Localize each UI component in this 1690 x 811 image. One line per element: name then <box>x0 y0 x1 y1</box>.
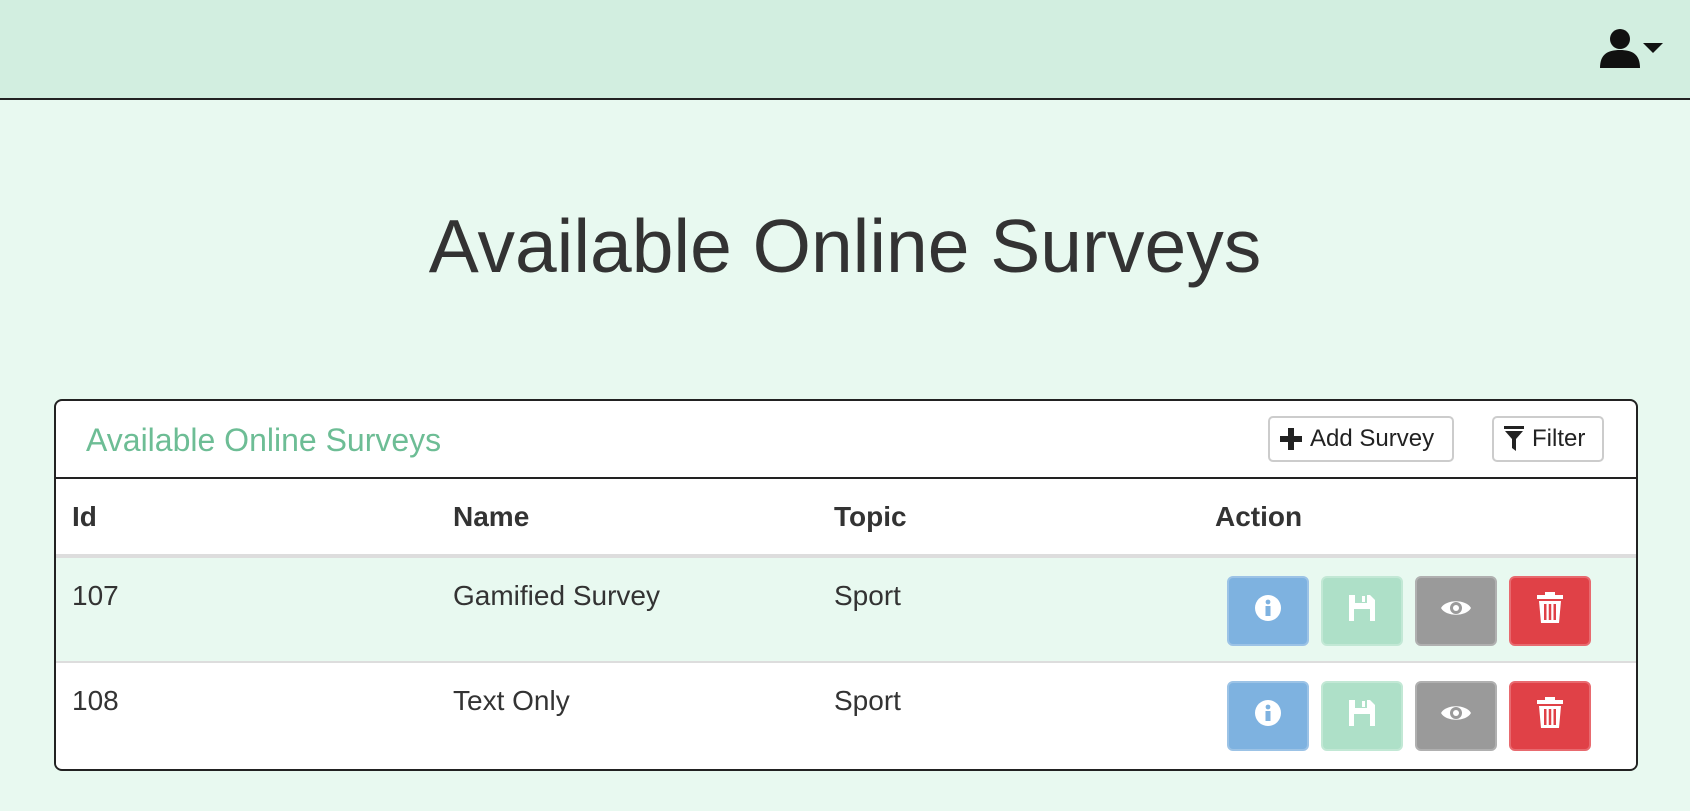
column-header-action: Action <box>1199 479 1636 558</box>
surveys-table: Id Name Topic Action 107 Gamified Survey… <box>56 479 1636 768</box>
delete-button[interactable] <box>1509 681 1591 751</box>
top-navbar <box>0 0 1690 100</box>
delete-button[interactable] <box>1509 576 1591 646</box>
user-menu-dropdown[interactable] <box>1598 22 1670 74</box>
cell-name: Gamified Survey <box>437 556 818 663</box>
user-icon <box>1598 26 1642 70</box>
save-button[interactable] <box>1321 576 1403 646</box>
filter-icon <box>1504 426 1524 452</box>
column-header-id[interactable]: Id <box>56 479 437 558</box>
cell-actions <box>1199 662 1636 768</box>
save-icon <box>1348 594 1376 629</box>
cell-topic: Sport <box>818 662 1199 768</box>
column-header-name[interactable]: Name <box>437 479 818 558</box>
save-button[interactable] <box>1321 681 1403 751</box>
surveys-panel: Available Online Surveys Add Survey Filt… <box>54 399 1638 771</box>
filter-label: Filter <box>1532 425 1586 452</box>
info-icon <box>1254 699 1282 734</box>
column-header-topic[interactable]: Topic <box>818 479 1199 558</box>
caret-down-icon <box>1642 41 1664 55</box>
view-button[interactable] <box>1415 576 1497 646</box>
filter-button[interactable]: Filter <box>1492 416 1604 462</box>
cell-actions <box>1199 556 1636 663</box>
table-header-row: Id Name Topic Action <box>56 479 1636 558</box>
page-title: Available Online Surveys <box>428 204 1262 288</box>
trash-icon <box>1536 696 1564 736</box>
table-row: 108 Text Only Sport <box>56 662 1636 768</box>
info-button[interactable] <box>1227 576 1309 646</box>
info-icon <box>1254 594 1282 629</box>
panel-heading: Available Online Surveys Add Survey Filt… <box>56 401 1636 479</box>
row-action-group <box>1227 681 1620 751</box>
panel-title: Available Online Surveys <box>86 422 442 458</box>
cell-name: Text Only <box>437 662 818 768</box>
table-row: 107 Gamified Survey Sport <box>56 556 1636 663</box>
info-button[interactable] <box>1227 681 1309 751</box>
row-action-group <box>1227 576 1620 646</box>
add-survey-label: Add Survey <box>1310 425 1435 452</box>
cell-id: 107 <box>56 556 437 663</box>
trash-icon <box>1536 591 1564 631</box>
plus-icon <box>1280 428 1302 450</box>
cell-topic: Sport <box>818 556 1199 663</box>
view-button[interactable] <box>1415 681 1497 751</box>
save-icon <box>1348 699 1376 734</box>
eye-icon <box>1440 700 1472 732</box>
add-survey-button[interactable]: Add Survey <box>1268 416 1454 462</box>
eye-icon <box>1440 595 1472 627</box>
cell-id: 108 <box>56 662 437 768</box>
